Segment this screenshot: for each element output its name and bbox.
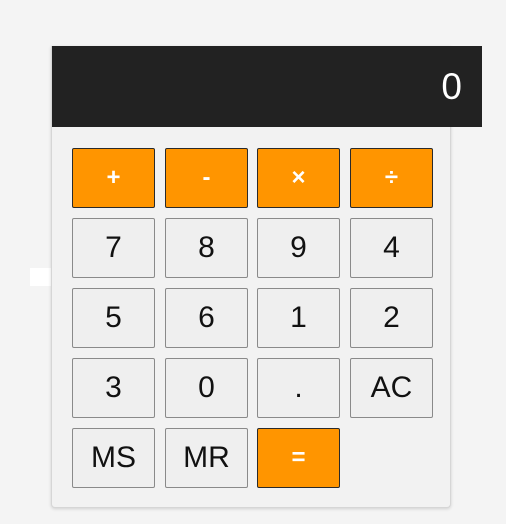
subtract-button[interactable]: - (165, 148, 248, 208)
digit-6-button[interactable]: 6 (165, 288, 248, 348)
add-button[interactable]: + (72, 148, 155, 208)
decimal-button[interactable]: . (257, 358, 340, 418)
calculator: 0 + - × ÷ 7 8 9 4 5 6 1 2 3 0 . AC MS MR… (51, 46, 482, 508)
digit-7-button[interactable]: 7 (72, 218, 155, 278)
digit-1-button[interactable]: 1 (257, 288, 340, 348)
all-clear-button[interactable]: AC (350, 358, 433, 418)
display-value: 0 (441, 65, 462, 107)
digit-9-button[interactable]: 9 (257, 218, 340, 278)
memory-store-button[interactable]: MS (72, 428, 155, 488)
digit-2-button[interactable]: 2 (350, 288, 433, 348)
digit-4-button[interactable]: 4 (350, 218, 433, 278)
memory-recall-button[interactable]: MR (165, 428, 248, 488)
multiply-button[interactable]: × (257, 148, 340, 208)
equals-button[interactable]: = (257, 428, 340, 488)
display: 0 (52, 46, 482, 127)
digit-5-button[interactable]: 5 (72, 288, 155, 348)
background-strip (30, 268, 51, 286)
divide-button[interactable]: ÷ (350, 148, 433, 208)
digit-3-button[interactable]: 3 (72, 358, 155, 418)
digit-0-button[interactable]: 0 (165, 358, 248, 418)
digit-8-button[interactable]: 8 (165, 218, 248, 278)
